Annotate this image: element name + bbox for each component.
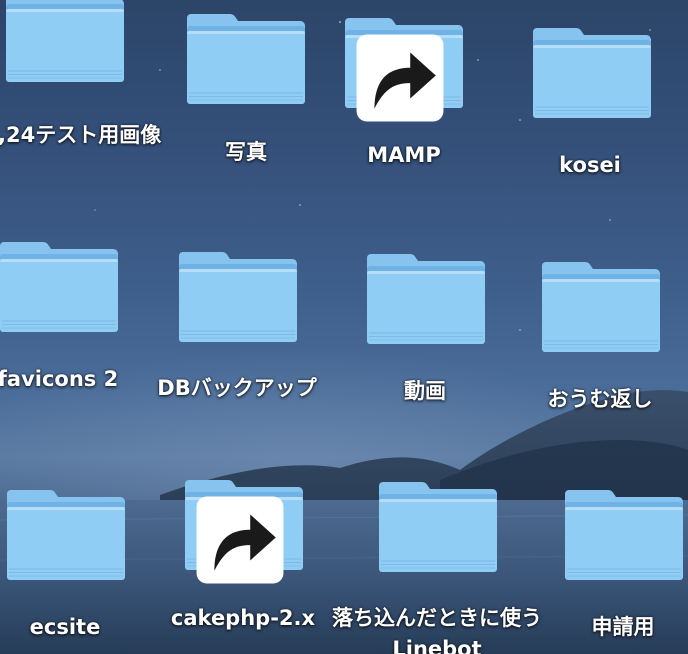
- item-label: kosei: [559, 153, 621, 177]
- folder-icon: [379, 480, 497, 572]
- item-label: favicons 2: [0, 367, 119, 391]
- folder-icon: [179, 250, 297, 342]
- desktop: 18,24テスト用画像 写真 MAMP kosei favicons 2: [0, 0, 688, 654]
- item-label: 申請用: [591, 615, 655, 639]
- folder-icon: [0, 240, 118, 332]
- item-label: おうむ返し: [547, 387, 653, 411]
- item-label: ecsite: [29, 615, 101, 639]
- alias-arrow-icon: [356, 34, 444, 122]
- folder-icon: [542, 260, 660, 352]
- folder-icon: [185, 478, 303, 584]
- folder-icon: [6, 0, 124, 82]
- item-label: 動画: [404, 379, 446, 403]
- item-label: MAMP: [367, 143, 441, 167]
- item-label: 18,24テスト用画像: [0, 123, 162, 147]
- folder-icon: [367, 252, 485, 344]
- folder-icon: [7, 488, 125, 580]
- folder-icon: [565, 488, 683, 580]
- folder-icon: [533, 26, 651, 118]
- folder-icon: [187, 12, 305, 104]
- folder-icon: [345, 16, 463, 122]
- item-label: DBバックアップ: [157, 376, 317, 400]
- alias-arrow-icon: [196, 496, 284, 584]
